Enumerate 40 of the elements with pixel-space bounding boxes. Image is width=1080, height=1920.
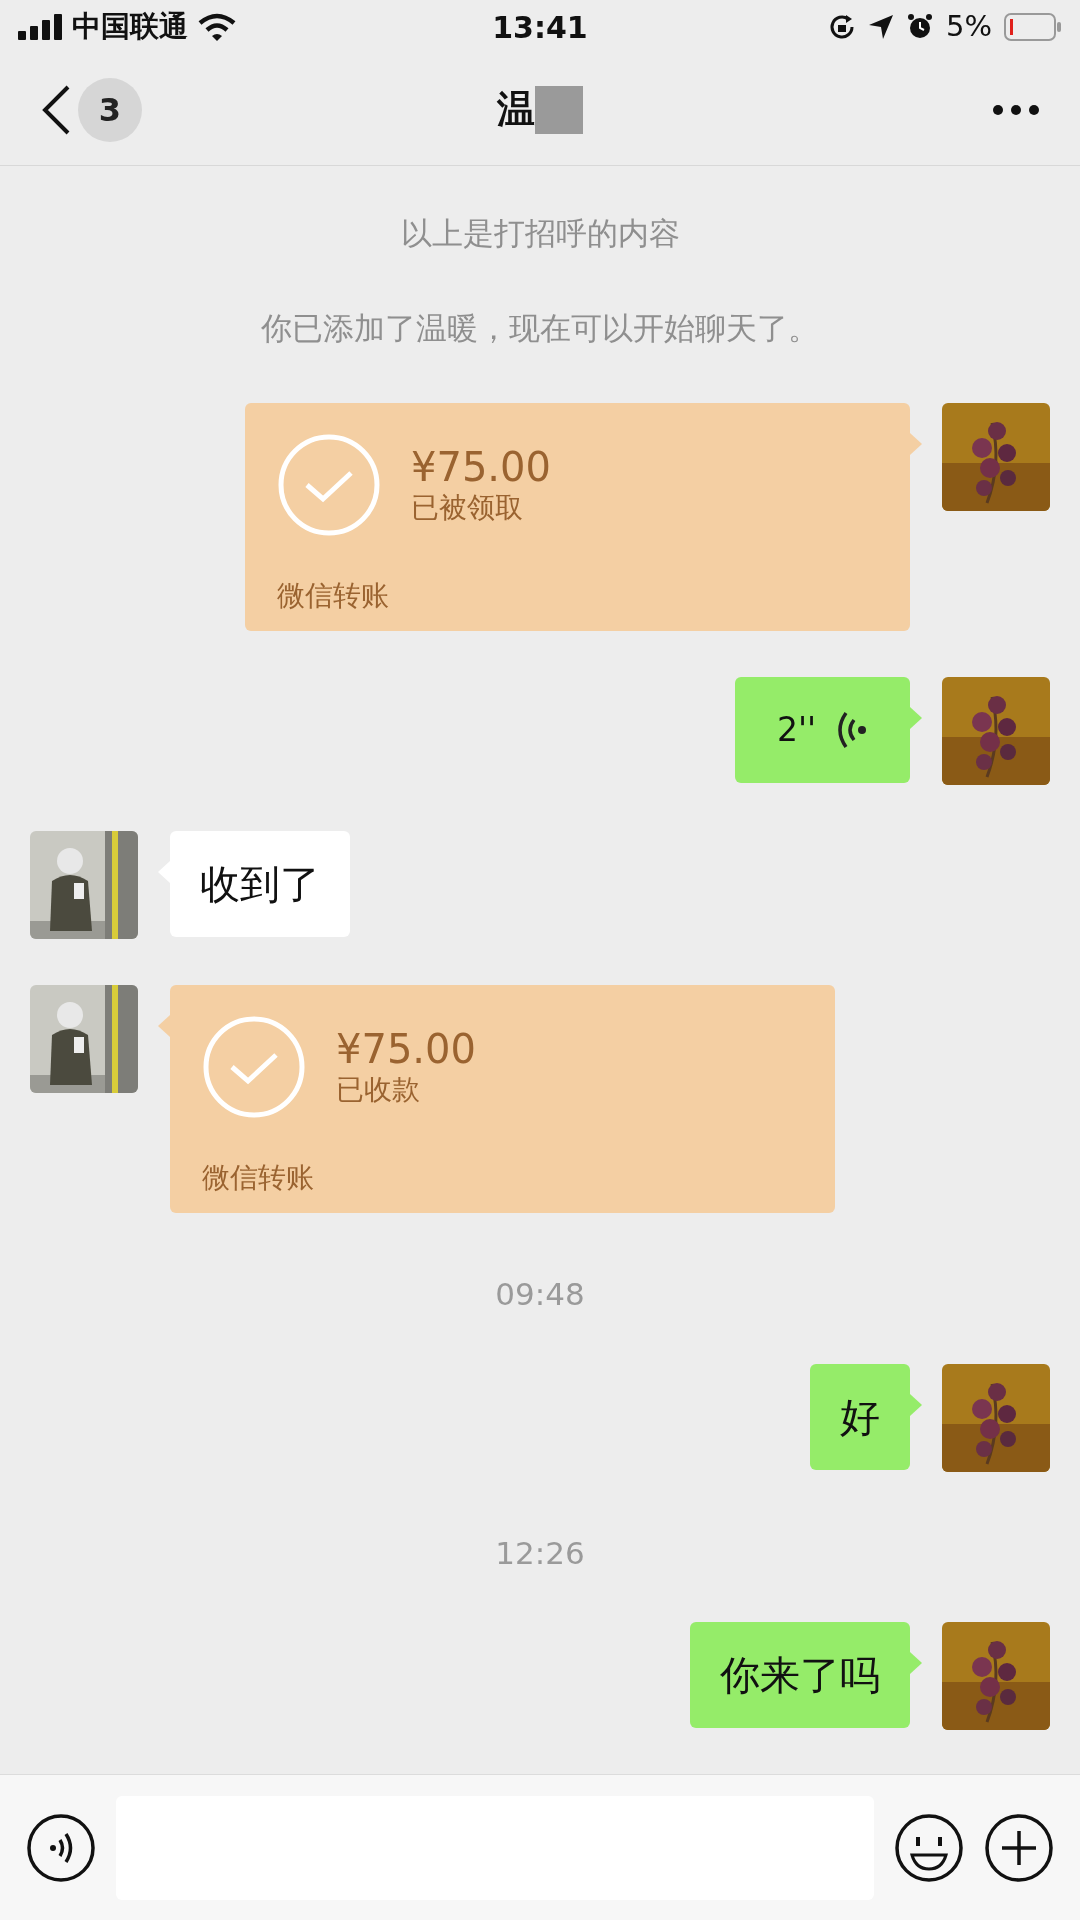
- transfer-label: 微信转账: [277, 578, 390, 614]
- rotation-lock-icon: [828, 13, 856, 41]
- wifi-icon: [198, 13, 236, 41]
- more-icon[interactable]: [992, 103, 1040, 116]
- transfer-card[interactable]: ¥75.00 已被领取 微信转账: [245, 403, 910, 631]
- timestamp: 09:48: [495, 1275, 585, 1314]
- emoji-icon[interactable]: [894, 1812, 964, 1883]
- back-icon[interactable]: [40, 83, 72, 136]
- voice-input-icon[interactable]: [26, 1812, 96, 1883]
- bubble-tail: [910, 1652, 922, 1674]
- bubble-tail: [910, 707, 922, 729]
- timestamp: 12:26: [495, 1533, 585, 1573]
- location-arrow-icon: [868, 14, 894, 40]
- message-bubble: 收到了: [170, 831, 350, 937]
- battery-percent: 5%: [946, 8, 992, 46]
- transfer-amount: ¥75.00: [336, 1026, 476, 1072]
- bubble-tail: [158, 1015, 170, 1037]
- bubble-tail: [910, 1393, 922, 1416]
- unread-badge: 3: [78, 77, 142, 142]
- message-bubble: 你来了吗: [690, 1622, 910, 1728]
- system-notice: 以上是打招呼的内容: [400, 214, 680, 253]
- transfer-status: 已收款: [336, 1072, 421, 1108]
- redaction-block: [535, 85, 583, 134]
- check-circle-icon: [277, 433, 381, 537]
- transfer-amount: ¥75.00: [411, 444, 551, 490]
- bubble-tail: [910, 433, 922, 455]
- transfer-status: 已被领取: [411, 490, 524, 526]
- alarm-clock-icon: [906, 13, 934, 41]
- plus-icon[interactable]: [984, 1812, 1054, 1883]
- transfer-card[interactable]: ¥75.00 已收款 微信转账: [170, 985, 835, 1213]
- chat-title: 温: [497, 86, 535, 133]
- check-circle-icon: [202, 1015, 306, 1119]
- voice-message[interactable]: 2'': [735, 677, 910, 783]
- carrier-name: 中国联通: [72, 8, 188, 46]
- battery-icon: [1004, 13, 1062, 41]
- system-notice: 你已添加了温暖，现在可以开始聊天了。: [261, 308, 819, 348]
- signal-icon: [18, 14, 62, 40]
- status-time: 13:41: [492, 8, 588, 47]
- message-bubble: 好: [810, 1363, 910, 1470]
- transfer-label: 微信转账: [202, 1160, 315, 1196]
